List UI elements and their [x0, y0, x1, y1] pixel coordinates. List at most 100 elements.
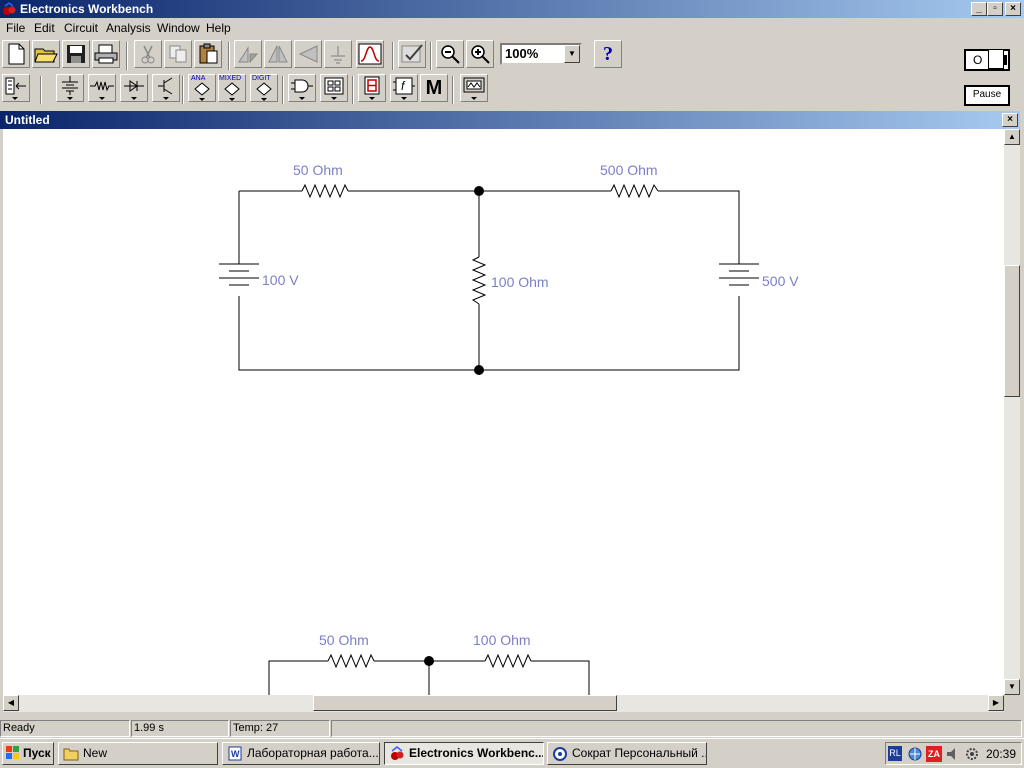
resistor-r3[interactable]: [471, 256, 487, 305]
menu-file[interactable]: File: [6, 21, 25, 35]
rotate-button[interactable]: [234, 40, 262, 68]
flip-horizontal-button[interactable]: [264, 40, 292, 68]
resistor-r2[interactable]: [610, 183, 659, 199]
digital-bin-button[interactable]: [320, 74, 348, 102]
circuit-schematic[interactable]: 50 Ohm 500 Ohm 100 Ohm 100 V 500 V 50 Oh…: [3, 129, 1004, 695]
cut-button[interactable]: [134, 40, 162, 68]
junction-node[interactable]: [474, 365, 484, 375]
app-title: Electronics Workbench: [20, 2, 154, 16]
toolbar-separator: [282, 76, 284, 104]
v1-label: 100 V: [262, 272, 299, 288]
zoom-in-button[interactable]: [466, 40, 494, 68]
v2-label: 500 V: [762, 273, 799, 289]
properties-icon: [331, 46, 345, 64]
menu-edit[interactable]: Edit: [34, 21, 55, 35]
resistor-r5[interactable]: [484, 653, 532, 669]
favorites-bin-button[interactable]: [2, 74, 30, 102]
indicators-bin-button[interactable]: [358, 74, 386, 102]
digital-ic-icon: DIGIT: [251, 75, 277, 101]
minimize-button[interactable]: _: [971, 2, 987, 16]
task-word-document[interactable]: W Лабораторная работа....: [222, 742, 380, 765]
misc-icon: M: [425, 76, 443, 99]
circuit-window-title: Untitled: [5, 113, 50, 127]
diodes-bin-button[interactable]: [120, 74, 148, 102]
horizontal-scrollbar[interactable]: ◀ ▶: [3, 695, 1004, 712]
print-button[interactable]: [92, 40, 120, 68]
circuit-window-close-button[interactable]: ×: [1002, 113, 1018, 127]
main-toolbar: ?: [0, 40, 960, 72]
menu-window[interactable]: Window: [157, 21, 200, 35]
pause-button[interactable]: Pause: [964, 85, 1010, 106]
scroll-left-button[interactable]: ◀: [3, 695, 19, 711]
start-button[interactable]: Пуск: [2, 742, 54, 765]
app-title-bar: Electronics Workbench _ ▫ ×: [0, 0, 1024, 18]
basic-bin-button[interactable]: [88, 74, 116, 102]
paste-button[interactable]: [194, 40, 222, 68]
network-icon[interactable]: [907, 746, 923, 762]
analog-ic-bin-button[interactable]: ANA: [188, 74, 216, 102]
transistors-bin-button[interactable]: [152, 74, 180, 102]
graph-icon: [358, 43, 382, 65]
workbench-app-icon: [391, 746, 404, 760]
zoom-out-button[interactable]: [436, 40, 464, 68]
toolbar-separator: [392, 42, 394, 70]
menu-help[interactable]: Help: [206, 21, 231, 35]
misc-bin-button[interactable]: M: [420, 74, 448, 102]
mixed-ic-icon: MIXED: [219, 75, 245, 101]
display-indicator-icon: [364, 76, 380, 100]
toolbar-separator: [126, 42, 128, 70]
logic-gates-bin-button[interactable]: [288, 74, 316, 102]
help-button[interactable]: ?: [594, 40, 622, 68]
task-new-folder[interactable]: New: [58, 742, 218, 765]
sources-bin-button[interactable]: [56, 74, 84, 102]
analog-ic-icon: ANA: [189, 75, 215, 101]
task-sokrat-translator[interactable]: Сократ Персональный ...: [547, 742, 707, 765]
copy-button[interactable]: [164, 40, 192, 68]
flip-vertical-button[interactable]: [294, 40, 322, 68]
resistor-r1[interactable]: [301, 183, 349, 199]
battery-v2[interactable]: [719, 263, 759, 286]
printer-icon: [94, 44, 118, 64]
resistor-r4[interactable]: [327, 653, 375, 669]
menu-circuit[interactable]: Circuit: [64, 21, 98, 35]
diode-icon: [124, 80, 144, 100]
digital-ic-bin-button[interactable]: DIGIT: [250, 74, 278, 102]
close-button[interactable]: ×: [1005, 2, 1021, 16]
task-electronics-workbench[interactable]: Electronics Workbenc...: [384, 742, 544, 765]
zoom-select[interactable]: 100% ▼: [500, 43, 582, 65]
junction-node[interactable]: [474, 186, 484, 196]
flip-horizontal-icon: [268, 45, 288, 63]
power-switch[interactable]: O: [964, 49, 1010, 71]
junction-node[interactable]: [424, 656, 434, 666]
menu-analysis[interactable]: Analysis: [106, 21, 151, 35]
component-properties-button[interactable]: [324, 40, 352, 68]
chevron-down-icon[interactable]: ▼: [564, 45, 580, 63]
instruments-bin-button[interactable]: [460, 74, 488, 102]
vertical-scrollbar[interactable]: ▲ ▼: [1004, 129, 1020, 695]
vertical-scroll-thumb[interactable]: [1004, 265, 1020, 397]
scroll-down-button[interactable]: ▼: [1004, 679, 1020, 695]
zonealarm-icon[interactable]: ZA: [926, 746, 942, 762]
favorites-bin-icon: [5, 77, 26, 100]
instrument-icon: [463, 77, 485, 100]
controls-bin-button[interactable]: f: [390, 74, 418, 102]
open-button[interactable]: [32, 40, 60, 68]
scroll-right-button[interactable]: ▶: [988, 695, 1004, 711]
restore-button[interactable]: ▫: [987, 2, 1003, 16]
settings-gear-icon[interactable]: [964, 746, 980, 762]
mixed-ic-bin-button[interactable]: MIXED: [218, 74, 246, 102]
new-file-button[interactable]: [2, 40, 30, 68]
scroll-up-button[interactable]: ▲: [1004, 129, 1020, 145]
save-button[interactable]: [62, 40, 90, 68]
battery-source-icon: [62, 76, 78, 100]
r3-label: 100 Ohm: [491, 274, 549, 290]
battery-v1[interactable]: [219, 263, 259, 286]
create-subcircuit-button[interactable]: [356, 40, 384, 68]
speaker-icon[interactable]: [945, 746, 961, 762]
analysis-graphs-button[interactable]: [398, 40, 426, 68]
horizontal-scroll-thumb[interactable]: [313, 695, 617, 711]
toolbar-separator: [452, 76, 454, 104]
language-indicator[interactable]: RL: [888, 746, 902, 761]
circuit-canvas[interactable]: 50 Ohm 500 Ohm 100 Ohm 100 V 500 V 50 Oh…: [3, 129, 1004, 695]
toolbar-separator: [182, 76, 184, 104]
